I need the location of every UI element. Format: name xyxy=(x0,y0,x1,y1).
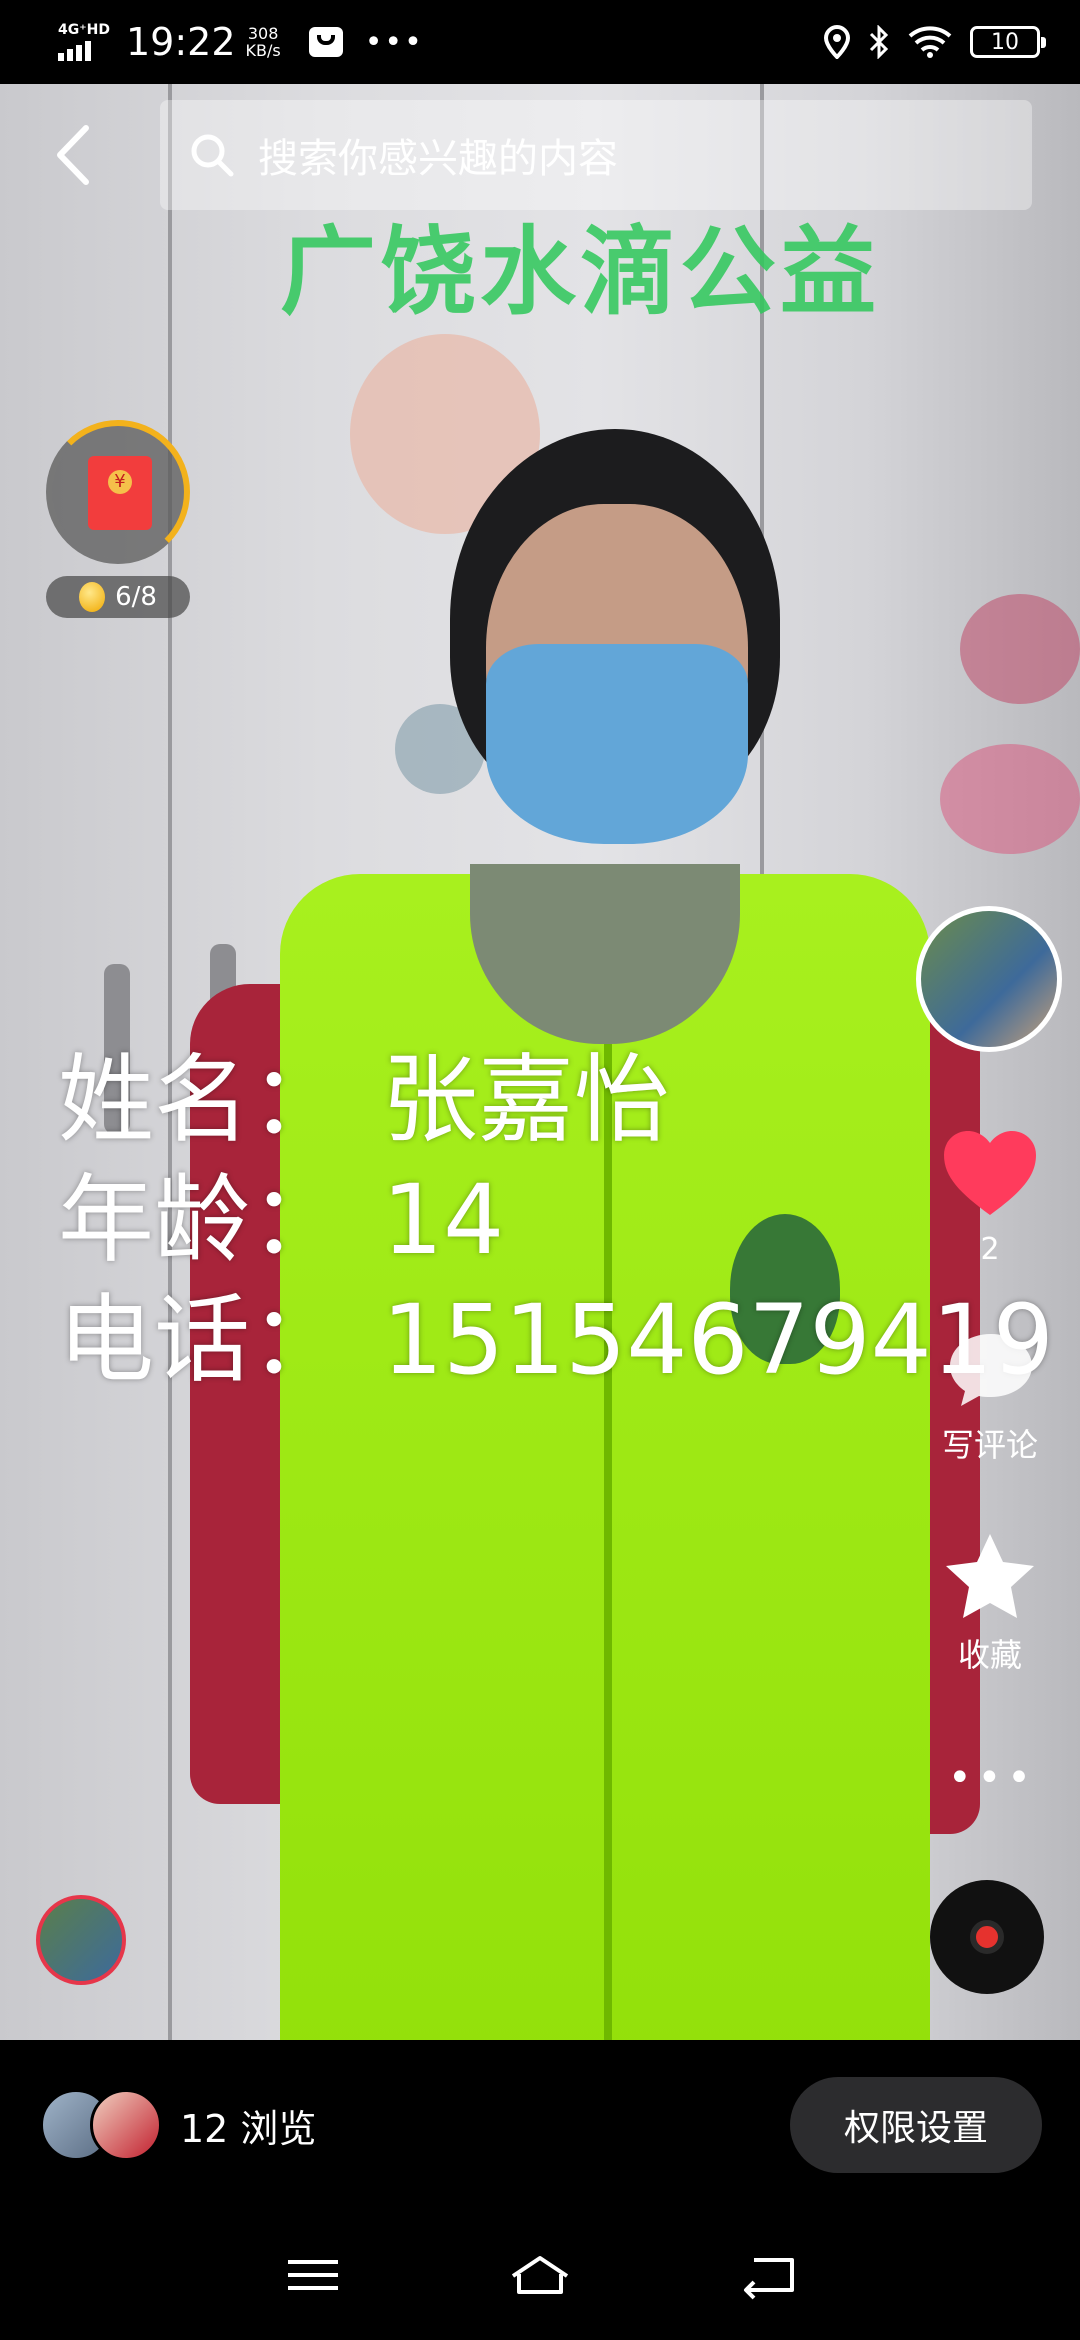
back-arrow-icon[interactable] xyxy=(48,120,98,190)
info-row-name: 姓名： 张嘉怡 xyxy=(58,1040,1054,1160)
author-avatar[interactable] xyxy=(916,906,1062,1052)
bluetooth-icon xyxy=(869,25,889,59)
speed-unit: KB/s xyxy=(245,41,281,60)
search-bar[interactable]: 搜索你感兴趣的内容 xyxy=(160,100,1032,210)
favorite-star-icon[interactable] xyxy=(942,1530,1038,1622)
comment-label[interactable]: 写评论 xyxy=(920,1420,1060,1466)
menu-icon[interactable] xyxy=(278,2250,348,2300)
red-envelope-icon xyxy=(88,456,152,530)
bottom-bar: 12 浏览 权限设置 xyxy=(0,2040,1080,2210)
message-notification-icon xyxy=(308,27,343,57)
more-notifications-icon: ••• xyxy=(364,24,424,60)
battery-level: 10 xyxy=(991,29,1019,55)
battery-icon: 10 xyxy=(970,26,1046,58)
view-count[interactable]: 12 浏览 xyxy=(180,2098,316,2153)
user-avatar-small[interactable] xyxy=(36,1895,126,1985)
info-row-age: 年龄： 14 xyxy=(58,1160,1054,1280)
search-placeholder: 搜索你感兴趣的内容 xyxy=(258,136,618,182)
info-row-phone: 电话： 15154679419 xyxy=(58,1280,1054,1400)
clock: 19:22 xyxy=(126,20,236,64)
comment-icon[interactable] xyxy=(946,1330,1036,1410)
favorite-label[interactable]: 收藏 xyxy=(920,1630,1060,1676)
info-value: 14 xyxy=(382,1164,505,1276)
like-count: 2 xyxy=(980,1232,1000,1267)
info-value: 张嘉怡 xyxy=(382,1044,670,1156)
permission-settings-button[interactable]: 权限设置 xyxy=(790,2077,1042,2173)
person-info-overlay: 姓名： 张嘉怡 年龄： 14 电话： 15154679419 xyxy=(58,1040,1054,1400)
speed-value: 308 xyxy=(247,24,279,43)
like-heart-icon[interactable] xyxy=(940,1125,1040,1220)
home-icon[interactable] xyxy=(505,2250,575,2300)
watermark-text: 广饶水滴公益 xyxy=(280,216,880,328)
search-icon xyxy=(191,134,234,177)
face-mask xyxy=(486,644,748,844)
red-packet-reward-button[interactable] xyxy=(46,420,190,564)
wall-sticker xyxy=(940,744,1080,854)
gold-coin-icon xyxy=(79,582,106,612)
reward-progress: 6/8 xyxy=(46,576,190,618)
viewer-avatar xyxy=(90,2089,162,2161)
signal-icon: 4G⁺HD xyxy=(58,23,120,61)
music-disc-icon[interactable] xyxy=(930,1880,1044,1994)
screen: 4G⁺HD 19:22 308 KB/s ••• 10 广饶水滴公益 姓名： 张… xyxy=(0,0,1080,2340)
info-label: 姓名： xyxy=(58,1044,346,1156)
network-speed: 308 KB/s xyxy=(246,25,281,59)
more-options-icon[interactable]: ••• xyxy=(948,1755,1037,1801)
reward-progress-text: 6/8 xyxy=(115,582,157,612)
info-label: 电话： xyxy=(58,1284,346,1396)
system-navigation-bar xyxy=(0,2210,1080,2340)
status-bar: 4G⁺HD 19:22 308 KB/s ••• 10 xyxy=(0,0,1080,84)
status-icons: 10 xyxy=(824,25,1046,59)
network-label: 4G⁺HD xyxy=(58,22,110,38)
location-icon xyxy=(824,25,850,59)
back-icon[interactable] xyxy=(732,2250,802,2300)
wall-sticker xyxy=(960,594,1080,704)
wifi-icon xyxy=(908,26,952,58)
info-label: 年龄： xyxy=(58,1164,346,1276)
